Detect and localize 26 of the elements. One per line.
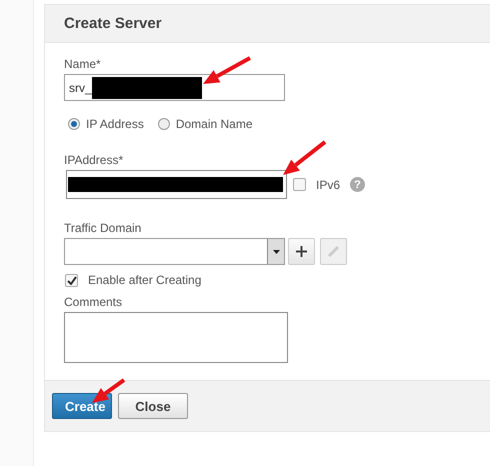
radio-label: IP Address [86, 117, 144, 131]
close-button[interactable]: Close [118, 393, 188, 419]
radio-label: Domain Name [176, 117, 253, 131]
annotation-arrow [92, 378, 126, 403]
field-label: Comments [64, 295, 124, 309]
create-button[interactable]: Create [52, 393, 112, 419]
caret-icon [272, 250, 280, 254]
annotation-arrow [283, 140, 326, 175]
checkmark-icon [66, 276, 76, 284]
checkbox-label: IPv6 [316, 178, 340, 192]
annotation-arrow [203, 56, 251, 84]
radio-button[interactable] [158, 118, 170, 130]
add-button[interactable] [288, 238, 315, 265]
field-label: Traffic Domain [64, 221, 142, 235]
checkbox[interactable] [293, 178, 306, 191]
ip-address-field[interactable] [66, 170, 287, 199]
plus-icon [296, 246, 307, 257]
field-label: Name* [64, 57, 102, 71]
comments-field[interactable] [64, 312, 288, 363]
radio-button[interactable] [68, 118, 80, 130]
field-label: IPAddress* [64, 153, 124, 167]
dialog-title: Create Server [64, 15, 162, 32]
checkbox[interactable] [65, 274, 78, 286]
checkbox-label: Enable after Creating [88, 273, 202, 287]
pencil-icon [327, 245, 340, 258]
name-field[interactable]: srv_ [64, 74, 285, 101]
